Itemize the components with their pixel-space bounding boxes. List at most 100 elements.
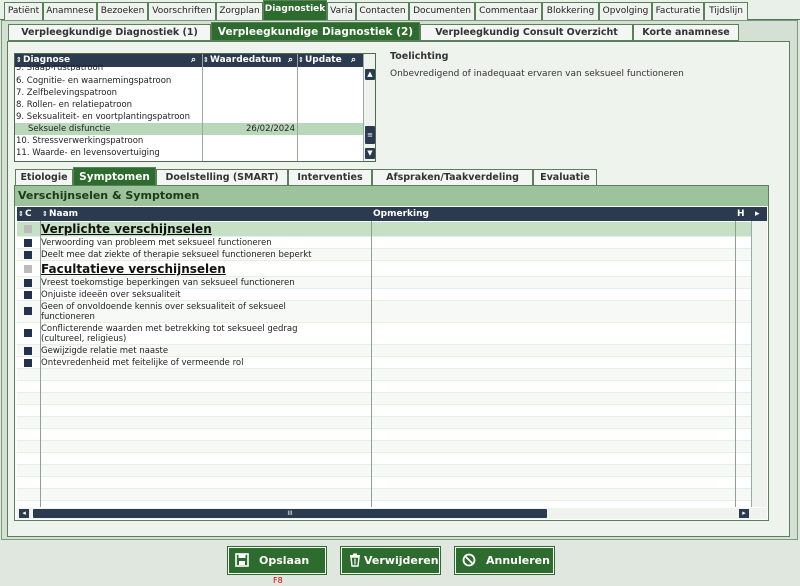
subtab-consult-overzicht[interactable]: Verpleegkundig Consult Overzicht <box>420 24 633 41</box>
tab-patient[interactable]: Patiënt <box>4 2 43 20</box>
symptom-name: Verwoording van probleem met seksueel fu… <box>41 238 272 248</box>
col-h[interactable]: H <box>737 207 745 221</box>
list-item[interactable]: 7. Zelfbelevingspatroon <box>15 87 363 99</box>
table-row[interactable]: Gewijzigde relatie met naaste <box>17 345 751 357</box>
diagnose-scrollbar[interactable]: ▲ ≡ ▼ <box>363 54 375 161</box>
checkbox[interactable] <box>24 347 32 355</box>
table-row[interactable]: Deelt mee dat ziekte of therapie seksuee… <box>17 249 751 261</box>
tab-doelstelling[interactable]: Doelstelling (SMART) <box>156 169 288 186</box>
checkbox[interactable] <box>24 239 32 247</box>
checkbox[interactable] <box>24 279 32 287</box>
chevron-down-icon[interactable]: ▼ <box>365 148 375 159</box>
empty-row <box>17 477 751 489</box>
chevron-left-icon[interactable]: ◂ <box>19 509 29 518</box>
empty-row <box>17 405 751 417</box>
symptoms-grid-header: ⇕ C ⇕ Naam Opmerking H ▸ <box>17 207 767 221</box>
save-icon <box>235 553 249 567</box>
list-item[interactable]: 10. Stressverwerkingspatroon <box>15 135 363 147</box>
scroll-thumb[interactable]: ≡ <box>365 126 375 144</box>
symptom-name: Ontevredenheid met feitelijke of vermeen… <box>41 358 244 368</box>
main-tab-bar: Patiënt Anamnese Bezoeken Voorschriften … <box>0 0 800 20</box>
tab-tijdslijn[interactable]: Tijdslijn <box>704 2 748 20</box>
symptom-name: Onjuiste ideeën over seksualiteit <box>41 290 181 300</box>
checkbox[interactable] <box>24 359 32 367</box>
scroll-thumb[interactable]: III <box>33 509 547 518</box>
table-row[interactable]: Ontevredenheid met feitelijke of vermeen… <box>17 357 751 369</box>
save-button[interactable]: Opslaan <box>227 546 327 575</box>
chevron-right-icon[interactable]: ▸ <box>755 207 760 221</box>
chevron-right-icon[interactable]: ▸ <box>739 509 749 518</box>
diagnose-name: Seksuele disfunctie <box>28 124 111 134</box>
list-item[interactable]: 5. Slaap-rustpatroon <box>15 65 363 74</box>
table-row[interactable]: Geen of onvoldoende kennis over seksuali… <box>17 301 751 323</box>
tab-blokkering[interactable]: Blokkering <box>542 2 599 20</box>
tab-varia[interactable]: Varia <box>327 2 356 20</box>
checkbox[interactable] <box>24 329 32 337</box>
symptom-name: Gewijzigde relatie met naaste <box>41 346 169 356</box>
subtab-korte-anamnese[interactable]: Korte anamnese <box>633 24 739 41</box>
table-row[interactable]: Onjuiste ideeën over seksualiteit <box>17 289 751 301</box>
empty-row <box>17 393 751 405</box>
symptom-name: Vreest toekomstige beperkingen van seksu… <box>41 278 295 288</box>
list-item[interactable]: 8. Rollen- en relatiepatroon <box>15 99 363 111</box>
subtab-verpleegkundige-diagnostiek-1[interactable]: Verpleegkundige Diagnostiek (1) <box>8 24 211 41</box>
tab-contacten[interactable]: Contacten <box>356 2 409 20</box>
list-item[interactable]: 6. Cognitie- en waarnemingspatroon <box>15 75 363 87</box>
tab-diagnostiek[interactable]: Diagnostiek <box>263 0 327 20</box>
action-bar: Opslaan Verwijderen Annuleren <box>0 540 800 586</box>
diagnose-name: 10. Stressverwerkingspatroon <box>16 136 144 146</box>
subtab-verpleegkundige-diagnostiek-2[interactable]: Verpleegkundige Diagnostiek (2) <box>211 22 420 41</box>
delete-label: Verwijderen <box>364 554 439 567</box>
symptom-name: Conflicterende waarden met betrekking to… <box>41 324 298 344</box>
checkbox[interactable] <box>24 225 32 233</box>
tab-symptomen[interactable]: Symptomen <box>73 167 156 186</box>
tab-evaluatie[interactable]: Evaluatie <box>533 169 597 186</box>
tab-bezoeken[interactable]: Bezoeken <box>97 2 148 20</box>
sort-icon[interactable]: ⇕ <box>18 207 24 221</box>
symptoms-panel: Verschijnselen & Symptomen ⇕ C ⇕ Naam Op… <box>14 185 769 521</box>
empty-row <box>17 417 751 429</box>
tab-voorschriften[interactable]: Voorschriften <box>148 2 216 20</box>
diagnose-name: 6. Cognitie- en waarnemingspatroon <box>16 76 172 86</box>
tab-documenten[interactable]: Documenten <box>409 2 475 20</box>
chevron-up-icon[interactable]: ▲ <box>365 69 375 80</box>
panel-title: Verschijnselen & Symptomen <box>15 186 768 206</box>
cancel-button[interactable]: Annuleren <box>454 546 555 575</box>
tab-etiologie[interactable]: Etiologie <box>15 169 73 186</box>
checkbox[interactable] <box>24 265 32 273</box>
group-row: Verplichte verschijnselen <box>17 222 751 237</box>
table-row[interactable]: Conflicterende waarden met betrekking to… <box>17 323 751 345</box>
tab-zorgplan[interactable]: Zorgplan <box>216 2 263 20</box>
empty-row <box>17 369 751 381</box>
column-divider <box>371 221 372 507</box>
tab-commentaar[interactable]: Commentaar <box>475 2 542 20</box>
tab-facturatie[interactable]: Facturatie <box>652 2 704 20</box>
list-item[interactable]: 9. Seksualiteit- en voortplantingspatroo… <box>15 111 363 123</box>
table-row[interactable]: Vreest toekomstige beperkingen van seksu… <box>17 277 751 289</box>
col-c[interactable]: C <box>25 207 32 221</box>
group-heading: Verplichte verschijnselen <box>41 222 212 236</box>
tab-afspraken[interactable]: Afspraken/Taakverdeling <box>372 169 533 186</box>
list-item-selected[interactable]: Seksuele disfunctie 26/02/2024 <box>15 123 363 135</box>
delete-button[interactable]: Verwijderen <box>340 546 441 575</box>
col-naam[interactable]: Naam <box>49 207 78 221</box>
column-divider <box>202 54 203 161</box>
symptoms-vscrollbar[interactable] <box>751 221 767 507</box>
tab-interventies[interactable]: Interventies <box>288 169 372 186</box>
empty-row <box>17 381 751 393</box>
diagnose-name: 8. Rollen- en relatiepatroon <box>16 100 133 110</box>
column-divider <box>297 54 298 161</box>
sort-icon[interactable]: ⇕ <box>42 207 48 221</box>
table-row[interactable]: Verwoording van probleem met seksueel fu… <box>17 237 751 249</box>
diagnose-grid: ⇕ Diagnose ⌕ ⇕ Waardedatum ⌕ ⇕ Update ⌕ … <box>14 53 376 162</box>
checkbox[interactable] <box>24 291 32 299</box>
symptom-name: Geen of onvoldoende kennis over seksuali… <box>41 302 286 322</box>
tab-anamnese[interactable]: Anamnese <box>43 2 97 20</box>
checkbox[interactable] <box>24 307 32 315</box>
checkbox[interactable] <box>24 251 32 259</box>
horizontal-scrollbar[interactable]: ◂ III ▸ <box>17 508 767 519</box>
col-opmerking[interactable]: Opmerking <box>373 207 429 221</box>
list-item[interactable]: 11. Waarde- en levensovertuiging <box>15 147 363 159</box>
tab-opvolging[interactable]: Opvolging <box>599 2 652 20</box>
waardedatum-value: 26/02/2024 <box>246 124 295 134</box>
